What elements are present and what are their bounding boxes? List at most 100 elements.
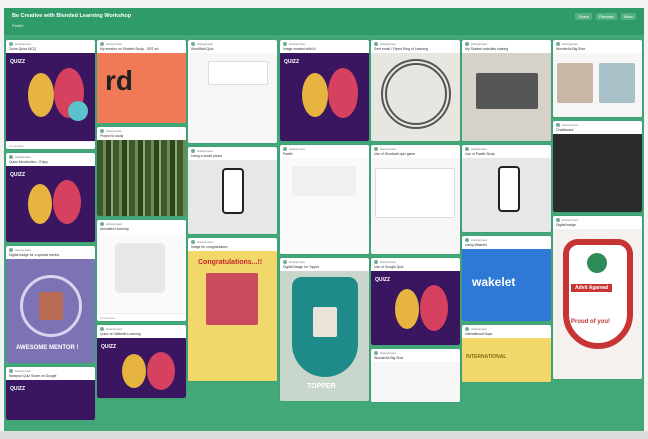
post-meta: Anonymous	[188, 238, 277, 245]
avatar	[374, 41, 378, 46]
post-author: Anonymous	[106, 326, 122, 331]
post-author: Anonymous	[471, 326, 487, 331]
post-card[interactable]: Anonymous My session on Student Study - …	[97, 40, 186, 123]
avatar	[191, 41, 195, 46]
post-card[interactable]: Anonymous Nearpod Quiz Share on Google Q…	[6, 367, 95, 420]
post-image	[97, 140, 186, 216]
badge-caption: TOPPER	[307, 383, 336, 390]
congrats-caption: Congratulations...!!	[198, 259, 263, 266]
post-image	[188, 53, 277, 143]
post-image: QUIZZ	[280, 53, 369, 141]
laptop-screen	[476, 73, 538, 109]
avatar	[100, 41, 104, 46]
post-image	[280, 158, 369, 254]
avatar	[556, 217, 560, 222]
post-card[interactable]: Anonymous Use of Padlet Study	[462, 145, 551, 232]
board-title: Be Creative with Blended Learning Worksh…	[12, 13, 132, 19]
post-card[interactable]: Anonymous Digital badge Advit Agarwal Pr…	[553, 216, 642, 379]
post-image: AWESOME MENTOR !	[6, 259, 95, 363]
post-image: wakelet	[462, 249, 551, 321]
banner-text: INTERNATIONAL	[466, 354, 507, 360]
post-image	[371, 158, 460, 254]
avatar	[191, 239, 195, 244]
illustration-shape	[53, 180, 81, 224]
illustration-shape	[68, 101, 88, 121]
quizz-logo: QUIZZ	[375, 277, 390, 283]
post-author: Anonymous	[15, 41, 31, 46]
quizz-logo: QUIZZ	[10, 59, 25, 65]
post-image: QUIZZ	[97, 338, 186, 398]
illustration-shape	[28, 184, 52, 224]
column-5: Anonymous Sent email / Flyers Ring of Le…	[371, 40, 460, 406]
avatar	[283, 259, 287, 264]
post-card[interactable]: Anonymous Project to study	[97, 127, 186, 216]
slide-text: rd	[105, 65, 133, 96]
illustration-shape	[147, 352, 175, 390]
avatar	[465, 237, 469, 242]
post-card[interactable]: Anonymous Padlet	[280, 145, 369, 254]
post-card[interactable]: Anonymous WordWall Quiz	[188, 40, 277, 143]
bottom-bar	[0, 431, 648, 439]
post-author: Anonymous	[562, 122, 578, 127]
avatar	[100, 326, 104, 331]
illustration-shape	[328, 68, 358, 118]
illustration-shape	[395, 289, 419, 329]
post-card[interactable]: Anonymous Digital badge for a special me…	[6, 246, 95, 363]
post-footer: Comments	[97, 313, 186, 321]
post-meta: Anonymous	[371, 40, 460, 47]
post-card[interactable]: Anonymous Digital Badge for Topper TOPPE…	[280, 258, 369, 401]
topper-photo	[313, 307, 337, 337]
post-meta: Anonymous	[280, 40, 369, 47]
post-author: Anonymous	[106, 128, 122, 133]
post-card[interactable]: Anonymous Using a smart phone	[188, 147, 277, 234]
post-image: QUIZZ	[6, 53, 95, 141]
post-card[interactable]: Anonymous Use of Google Quiz QUIZZ	[371, 258, 460, 345]
post-meta: Anonymous	[280, 258, 369, 265]
post-image: QUIZZ	[6, 380, 95, 420]
post-image: rd	[97, 53, 186, 123]
post-author: Anonymous	[106, 221, 122, 226]
post-card[interactable]: Anonymous Image for congratulation Congr…	[188, 238, 277, 381]
student-photo	[206, 273, 258, 325]
post-card[interactable]: Anonymous Chalkboard	[553, 121, 642, 212]
post-card[interactable]: Anonymous Using Wakelet wakelet	[462, 236, 551, 321]
mandala-drawing	[381, 59, 451, 129]
post-image	[371, 362, 460, 402]
post-card[interactable]: Anonymous Zoom Quizz MCQ QUIZZ Comments	[6, 40, 95, 149]
post-meta: Anonymous	[6, 153, 95, 160]
avatar	[374, 350, 378, 355]
more-button[interactable]: More	[620, 13, 636, 20]
post-card[interactable]: Anonymous Wonderful Big Shot	[371, 349, 460, 402]
illustration-shape	[302, 73, 328, 117]
wakelet-logo-text: wakelet	[472, 275, 516, 289]
share-button[interactable]: Share	[575, 13, 592, 20]
post-card[interactable]: Anonymous Animated Learning Comments	[97, 220, 186, 321]
post-author: Anonymous	[106, 41, 122, 46]
post-author: Anonymous	[197, 148, 213, 153]
post-image	[462, 158, 551, 232]
avatar	[465, 326, 469, 331]
post-author: Anonymous	[289, 146, 305, 151]
badge-caption: Proud of you!	[571, 319, 610, 325]
avatar	[9, 368, 13, 373]
post-card[interactable]: Anonymous Quizz Introduction - Enjoy QUI…	[6, 153, 95, 242]
avatar	[9, 154, 13, 159]
post-card[interactable]: Anonymous Wonderful Big Shot	[553, 40, 642, 117]
remake-button[interactable]: Remake	[595, 13, 617, 20]
avatar	[374, 146, 378, 151]
post-meta: Anonymous	[553, 121, 642, 128]
avatar	[283, 146, 287, 151]
post-author: Anonymous	[197, 239, 213, 244]
post-image	[97, 233, 186, 313]
post-card[interactable]: Anonymous Quizz on Wakelet Learning QUIZ…	[97, 325, 186, 398]
post-card[interactable]: Anonymous Use of Wordwall quiz game	[371, 145, 460, 254]
post-meta: Anonymous	[6, 40, 95, 47]
post-card[interactable]: Anonymous My Student activities sharing	[462, 40, 551, 141]
post-meta: Anonymous	[6, 367, 95, 374]
post-author: Anonymous	[289, 41, 305, 46]
post-image	[553, 134, 642, 212]
post-card[interactable]: Anonymous International Days INTERNATION…	[462, 325, 551, 382]
post-card[interactable]: Anonymous Image created with AI QUIZZ	[280, 40, 369, 141]
avatar	[374, 259, 378, 264]
post-card[interactable]: Anonymous Sent email / Flyers Ring of Le…	[371, 40, 460, 141]
